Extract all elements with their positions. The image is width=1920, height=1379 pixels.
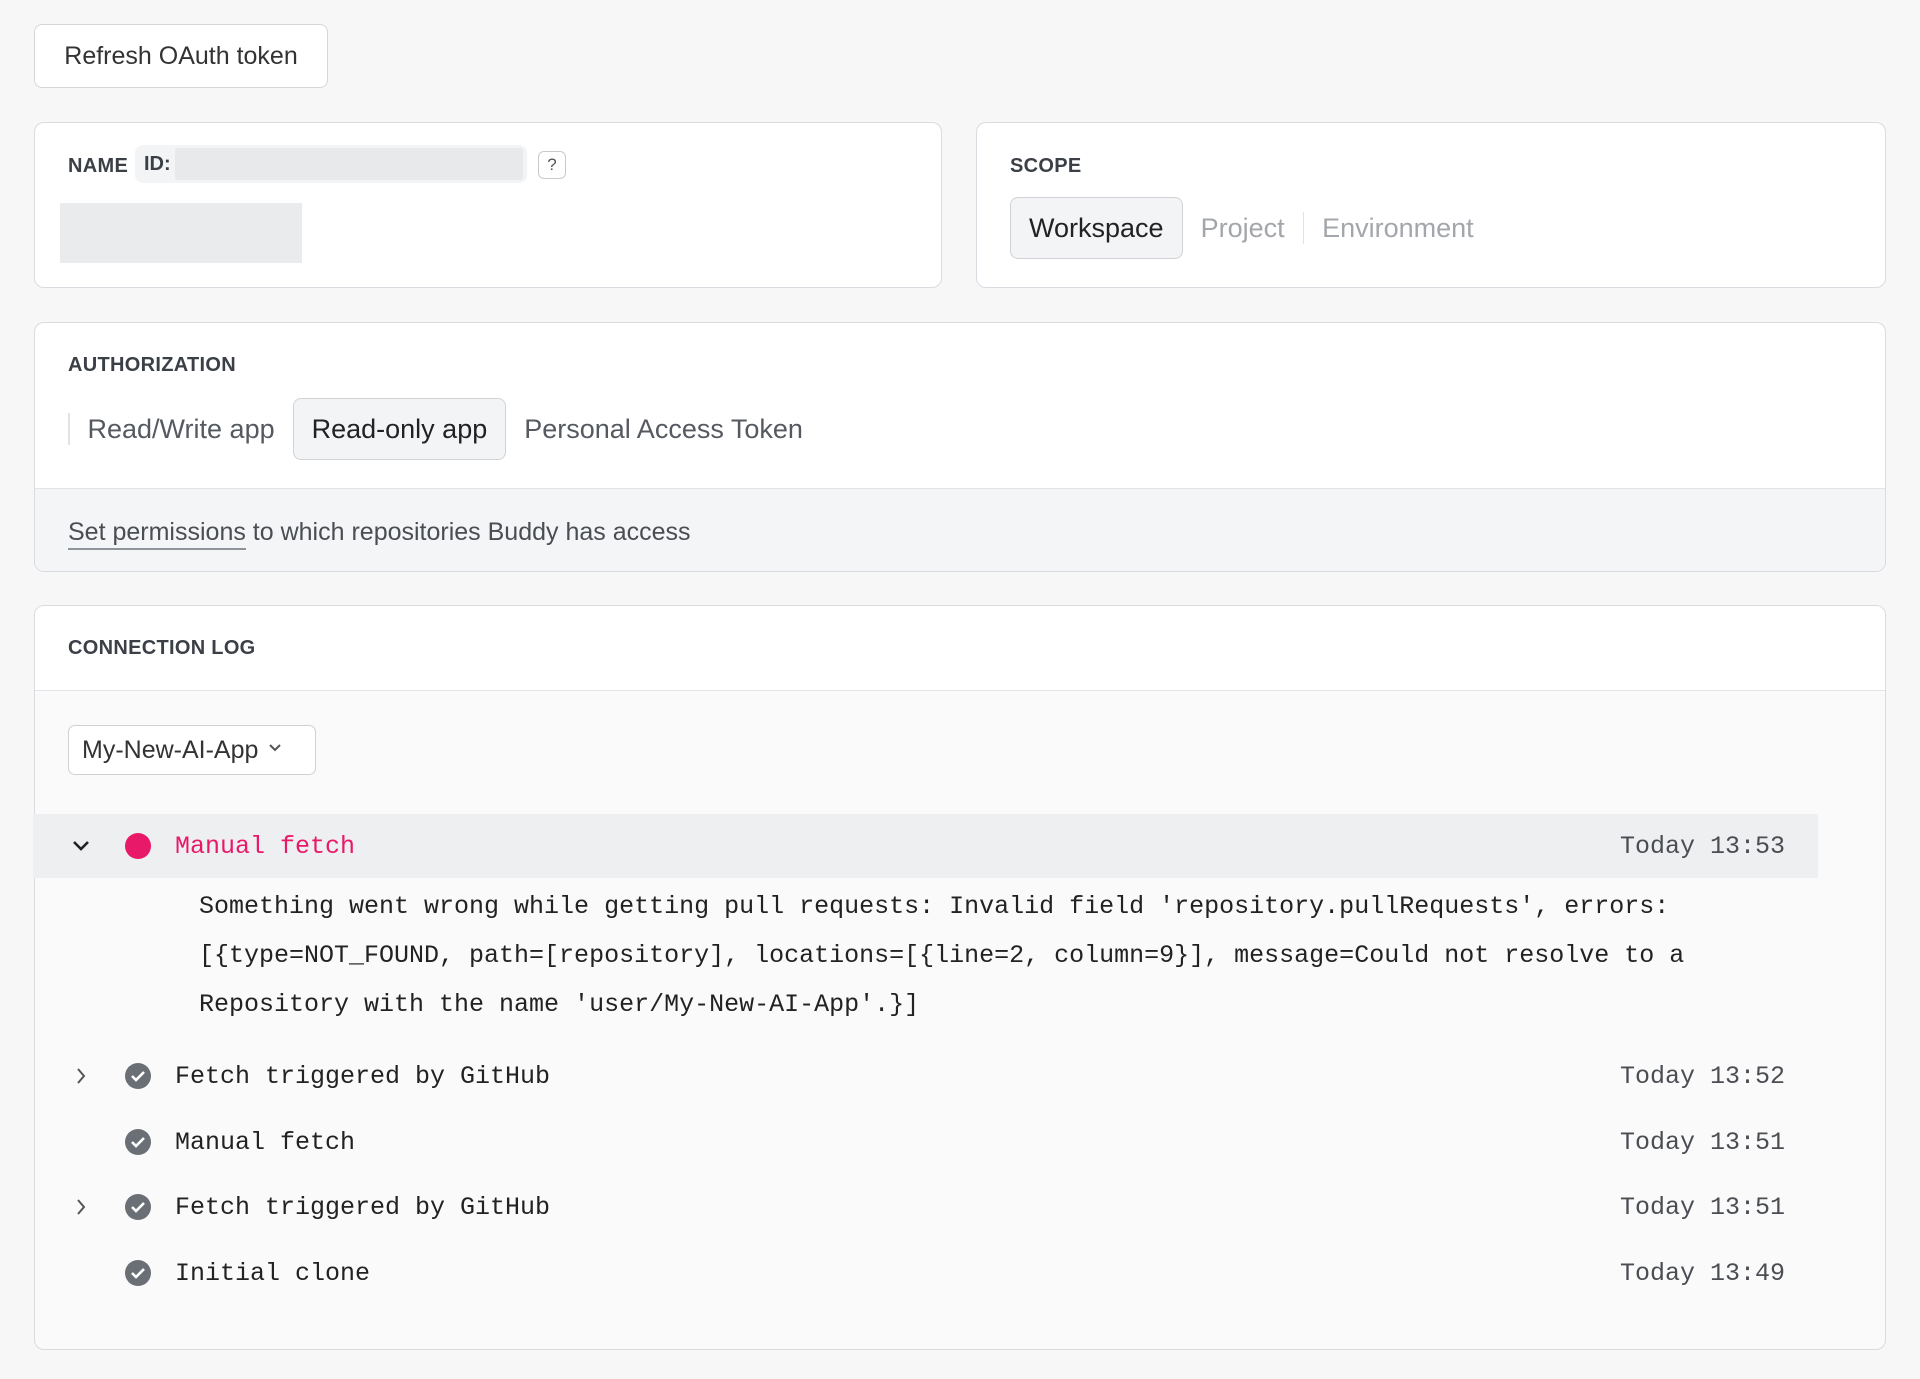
log-entry-title: Initial clone [175, 1258, 371, 1288]
id-label: ID: [144, 152, 171, 175]
check-circle-icon [125, 1063, 151, 1089]
log-entry-title: Manual fetch [175, 831, 356, 861]
chevron-down-icon[interactable] [67, 840, 95, 852]
log-entry[interactable]: Fetch triggered by GitHub Today 13:52 [33, 1044, 1818, 1108]
scope-option-workspace[interactable]: Workspace [1010, 197, 1183, 259]
check-circle-icon [125, 1260, 151, 1286]
log-entry-time: Today 13:51 [1619, 1127, 1785, 1157]
log-entry-title: Manual fetch [175, 1127, 356, 1157]
scope-card: SCOPE Workspace Project Environment [976, 122, 1886, 288]
authorization-card: AUTHORIZATION Read/Write app Read-only a… [34, 322, 1886, 572]
repository-select[interactable]: My-New-AI-App [68, 725, 316, 775]
connection-log-label: CONNECTION LOG [68, 637, 256, 659]
id-value-redacted [174, 148, 523, 180]
name-label: NAME [68, 155, 129, 177]
log-entry[interactable]: Initial clone Today 13:49 [33, 1241, 1818, 1305]
chevron-right-icon[interactable] [67, 1067, 95, 1085]
scope-option-project[interactable]: Project [1183, 197, 1303, 259]
permissions-text: Set permissions to which repositories Bu… [68, 518, 691, 550]
chevron-right-icon[interactable] [67, 1198, 95, 1216]
log-entry-time: Today 13:51 [1619, 1192, 1785, 1222]
error-detail-line: Repository with the name 'user/My-New-AI… [199, 990, 920, 1019]
log-entry-title: Fetch triggered by GitHub [175, 1192, 551, 1222]
check-circle-icon [125, 1194, 151, 1220]
set-permissions-link[interactable]: Set permissions [68, 518, 246, 550]
chevron-down-icon [268, 739, 282, 757]
name-field-redacted[interactable] [60, 203, 302, 263]
log-entry[interactable]: Manual fetch Today 13:53 [33, 814, 1818, 878]
check-circle-icon [125, 1129, 151, 1155]
scope-segmented-control: Workspace Project Environment [1010, 197, 1492, 259]
log-entry-title: Fetch triggered by GitHub [175, 1061, 551, 1091]
log-entry-time: Today 13:53 [1619, 831, 1785, 861]
help-icon[interactable]: ? [538, 151, 566, 179]
authorization-label: AUTHORIZATION [68, 354, 236, 376]
id-tag: ID: [135, 145, 527, 183]
log-entry[interactable]: Manual fetch Today 13:51 [33, 1110, 1818, 1174]
log-entry-time: Today 13:52 [1619, 1061, 1785, 1091]
log-entry[interactable]: Fetch triggered by GitHub Today 13:51 [33, 1175, 1818, 1239]
scope-option-environment[interactable]: Environment [1304, 197, 1492, 259]
scope-label: SCOPE [1010, 155, 1082, 177]
log-entry-error-detail: Something went wrong while getting pull … [199, 882, 1699, 1029]
name-card: NAME ID: ? [34, 122, 942, 288]
refresh-oauth-token-button[interactable]: Refresh OAuth token [34, 24, 328, 88]
authorization-segmented-control: Read/Write app Read-only app Personal Ac… [68, 398, 821, 460]
auth-option-personal-access-token[interactable]: Personal Access Token [506, 398, 821, 460]
repository-select-value: My-New-AI-App [82, 735, 259, 764]
auth-option-read-write-app[interactable]: Read/Write app [70, 398, 293, 460]
auth-option-read-only-app[interactable]: Read-only app [292, 398, 507, 460]
connection-log-header: CONNECTION LOG [35, 606, 1885, 691]
permissions-footer: Set permissions to which repositories Bu… [35, 488, 1885, 571]
error-detail-line: Something went wrong while getting pull … [199, 892, 1670, 921]
error-status-icon [125, 833, 151, 859]
error-detail-line: [{type=NOT_FOUND, path=[repository], loc… [199, 941, 1685, 970]
log-entry-time: Today 13:49 [1619, 1258, 1785, 1288]
permissions-description: to which repositories Buddy has access [245, 518, 691, 546]
